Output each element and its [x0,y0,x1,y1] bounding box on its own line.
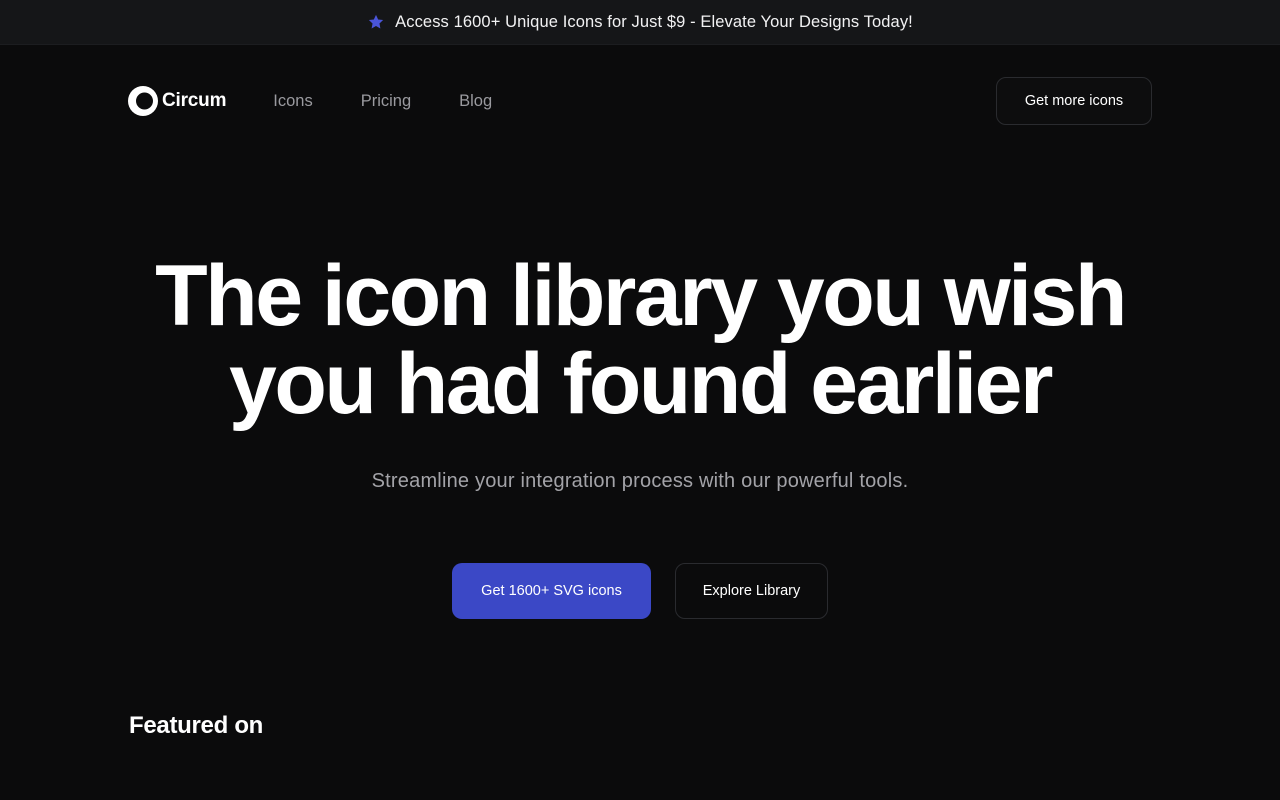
announcement-bar: Access 1600+ Unique Icons for Just $9 - … [0,0,1280,45]
hero-cta-group: Get 1600+ SVG icons Explore Library [452,563,828,619]
explore-library-button[interactable]: Explore Library [675,563,828,619]
get-more-icons-button[interactable]: Get more icons [996,77,1152,125]
nav-link-icons[interactable]: Icons [273,92,312,111]
logo-text: Circum [162,90,227,111]
logo[interactable]: Circum [128,86,226,116]
hero-title-line-2: you had found earlier [229,336,1053,432]
nav-links: Icons Pricing Blog [273,92,492,111]
announcement-text[interactable]: Access 1600+ Unique Icons for Just $9 - … [395,13,913,32]
hero-title-line-1: The icon library you wish [155,248,1127,344]
star-icon [369,14,384,29]
nav-link-blog[interactable]: Blog [459,92,492,111]
circle-logo-icon [128,86,158,116]
get-svg-icons-button[interactable]: Get 1600+ SVG icons [452,563,651,619]
hero-subtitle: Streamline your integration process with… [371,470,909,492]
main-navbar: Circum Icons Pricing Blog Get more icons [128,77,1152,125]
hero-title: The icon library you wish you had found … [0,252,1280,428]
nav-link-pricing[interactable]: Pricing [361,92,411,111]
featured-on-heading: Featured on [129,712,264,739]
